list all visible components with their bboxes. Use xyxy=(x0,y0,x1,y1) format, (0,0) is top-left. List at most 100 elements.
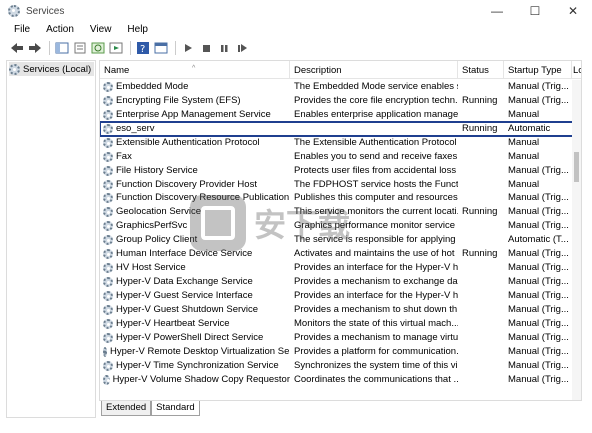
service-name-cell: Function Discovery Provider Host xyxy=(100,178,290,192)
table-row[interactable]: Enterprise App Management Service Enables… xyxy=(100,108,581,122)
service-startup-type: Manual xyxy=(508,150,540,162)
table-row[interactable]: Hyper-V Time Synchronization Service Sync… xyxy=(100,359,581,373)
restart-icon[interactable] xyxy=(234,40,250,56)
forward-icon[interactable] xyxy=(27,40,43,56)
table-row[interactable]: Hyper-V PowerShell Direct Service Provide… xyxy=(100,331,581,345)
pause-icon[interactable] xyxy=(216,40,232,56)
service-startup-type: Manual (Trig... xyxy=(508,373,569,385)
gear-icon xyxy=(9,63,20,75)
service-name-cell: Extensible Authentication Protocol xyxy=(100,136,290,150)
service-name: Hyper-V PowerShell Direct Service xyxy=(116,331,264,343)
gear-icon xyxy=(103,207,113,218)
window-title: Services xyxy=(26,5,65,17)
service-startup-type: Manual (Trig... xyxy=(508,206,569,218)
title-bar: Services — ☐ ✕ xyxy=(0,0,592,22)
menu-view[interactable]: View xyxy=(82,22,120,38)
table-row[interactable]: Hyper-V Volume Shadow Copy Requestor Coor… xyxy=(100,373,581,387)
column-header-name[interactable]: ^ Name xyxy=(100,61,290,79)
table-row[interactable]: Fax Enables you to send and receive faxes… xyxy=(100,150,581,164)
service-startup-type: Manual (Trig... xyxy=(508,303,569,315)
table-row[interactable]: Hyper-V Remote Desktop Virtualization Se… xyxy=(100,345,581,359)
service-name: Group Policy Client xyxy=(116,234,198,246)
service-name: Enterprise App Management Service xyxy=(116,108,271,120)
service-status: Running xyxy=(462,94,498,106)
service-description: Protects user files from accidental loss… xyxy=(294,164,458,176)
service-name-cell: Hyper-V Remote Desktop Virtualization Se… xyxy=(100,345,290,359)
table-row[interactable]: Hyper-V Heartbeat Service Monitors the st… xyxy=(100,317,581,331)
service-name: Hyper-V Heartbeat Service xyxy=(116,317,230,329)
service-description: Monitors the state of this virtual mach.… xyxy=(294,317,458,329)
table-row[interactable]: HV Host Service Provides an interface for… xyxy=(100,261,581,275)
console-icon[interactable] xyxy=(153,40,169,56)
column-header-startup-type[interactable]: Startup Type xyxy=(504,61,572,79)
service-name: Encrypting File System (EFS) xyxy=(116,94,241,106)
vertical-scrollbar[interactable] xyxy=(572,80,581,400)
service-name-cell: Encrypting File System (EFS) xyxy=(100,94,290,108)
service-description: Provides a mechanism to exchange dat... xyxy=(294,276,458,288)
service-startup-type: Manual xyxy=(508,136,540,148)
service-description: Provides a mechanism to manage virtu... xyxy=(294,331,458,343)
table-row[interactable]: eso_servRunningAutomaticLo xyxy=(100,120,581,137)
tab-standard[interactable]: Standard xyxy=(151,401,200,416)
table-row[interactable]: Extensible Authentication Protocol The Ex… xyxy=(100,136,581,150)
gear-icon xyxy=(103,318,113,329)
tab-extended[interactable]: Extended xyxy=(101,401,152,416)
service-name-cell: Hyper-V Data Exchange Service xyxy=(100,275,290,289)
service-name-cell: Function Discovery Resource Publication xyxy=(100,191,290,205)
stop-icon[interactable] xyxy=(198,40,214,56)
table-row[interactable]: Encrypting File System (EFS) Provides the… xyxy=(100,94,581,108)
column-header-log-on-as[interactable]: Lo xyxy=(572,61,581,79)
service-name-cell: Embedded Mode xyxy=(100,80,290,94)
maximize-button[interactable]: ☐ xyxy=(516,0,554,22)
refresh-icon[interactable] xyxy=(90,40,106,56)
service-description: Provides a mechanism to shut down th... xyxy=(294,303,458,315)
table-row[interactable]: Function Discovery Provider Host The FDPH… xyxy=(100,178,581,192)
table-row[interactable]: Embedded Mode The Embedded Mode service e… xyxy=(100,80,581,94)
scrollbar-thumb[interactable] xyxy=(574,152,579,182)
table-row[interactable]: Human Interface Device Service Activates … xyxy=(100,247,581,261)
sort-arrow-icon: ^ xyxy=(192,65,196,72)
service-name: Hyper-V Remote Desktop Virtualization Se… xyxy=(110,345,290,357)
menu-file[interactable]: File xyxy=(6,22,38,38)
service-startup-type: Manual (Trig... xyxy=(508,164,569,176)
table-row[interactable]: Geolocation Service This service monitors… xyxy=(100,205,581,219)
service-name: File History Service xyxy=(116,164,198,176)
service-name-cell: Fax xyxy=(100,150,290,164)
console-tree: Services (Local) xyxy=(6,60,96,418)
gear-icon xyxy=(103,263,113,274)
service-name-cell: Geolocation Service xyxy=(100,205,290,219)
table-row[interactable]: Hyper-V Guest Shutdown Service Provides a… xyxy=(100,303,581,317)
export-icon[interactable] xyxy=(108,40,124,56)
service-name-cell: HV Host Service xyxy=(100,261,290,275)
help-icon[interactable]: ? xyxy=(135,40,151,56)
start-icon[interactable] xyxy=(180,40,196,56)
toolbar: ? xyxy=(0,38,592,58)
table-row[interactable]: Hyper-V Guest Service Interface Provides … xyxy=(100,289,581,303)
service-startup-type: Manual xyxy=(508,178,540,190)
back-icon[interactable] xyxy=(9,40,25,56)
service-startup-type: Automatic (T... xyxy=(508,234,569,246)
show-tree-icon[interactable] xyxy=(54,40,70,56)
services-list: ^ Name Description Status Startup Type L… xyxy=(99,60,582,401)
properties-icon[interactable] xyxy=(72,40,88,56)
table-row[interactable]: Hyper-V Data Exchange Service Provides a … xyxy=(100,275,581,289)
tree-item-services-local[interactable]: Services (Local) xyxy=(9,62,95,76)
menu-action[interactable]: Action xyxy=(38,22,82,38)
table-row[interactable]: GraphicsPerfSvc Graphics performance moni… xyxy=(100,219,581,233)
column-header-description[interactable]: Description xyxy=(290,61,458,79)
service-startup-type: Manual (Trig... xyxy=(508,276,569,288)
service-name: Hyper-V Volume Shadow Copy Requestor xyxy=(112,373,290,385)
table-row[interactable]: Function Discovery Resource Publication P… xyxy=(100,191,581,206)
menu-help[interactable]: Help xyxy=(119,22,156,38)
table-row[interactable]: File History Service Protects user files … xyxy=(100,164,581,178)
service-name: eso_serv xyxy=(116,122,155,134)
list-rows: Embedded Mode The Embedded Mode service e… xyxy=(100,80,581,387)
service-startup-type: Manual (Trig... xyxy=(508,94,569,106)
minimize-button[interactable]: — xyxy=(478,0,516,22)
gear-icon xyxy=(103,179,113,190)
service-startup-type: Automatic xyxy=(508,122,551,134)
close-button[interactable]: ✕ xyxy=(554,0,592,22)
column-header-status[interactable]: Status xyxy=(458,61,504,79)
table-row[interactable]: Group Policy Client The service is respon… xyxy=(100,233,581,247)
gear-icon xyxy=(103,374,110,385)
